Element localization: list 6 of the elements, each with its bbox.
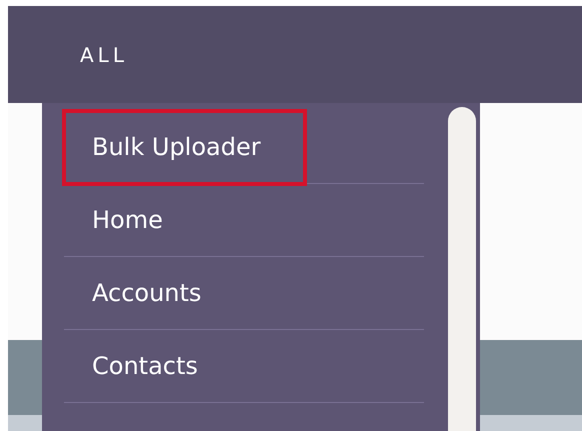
menu-item[interactable]: Contacts [64, 348, 198, 384]
menu-item[interactable]: Accounts [64, 275, 202, 311]
scrollbar-thumb[interactable] [448, 107, 476, 431]
menu-item[interactable]: Bulk Uploader [62, 108, 307, 186]
menu-item[interactable]: Home [64, 202, 163, 238]
all-tab[interactable]: ALL [80, 40, 128, 70]
